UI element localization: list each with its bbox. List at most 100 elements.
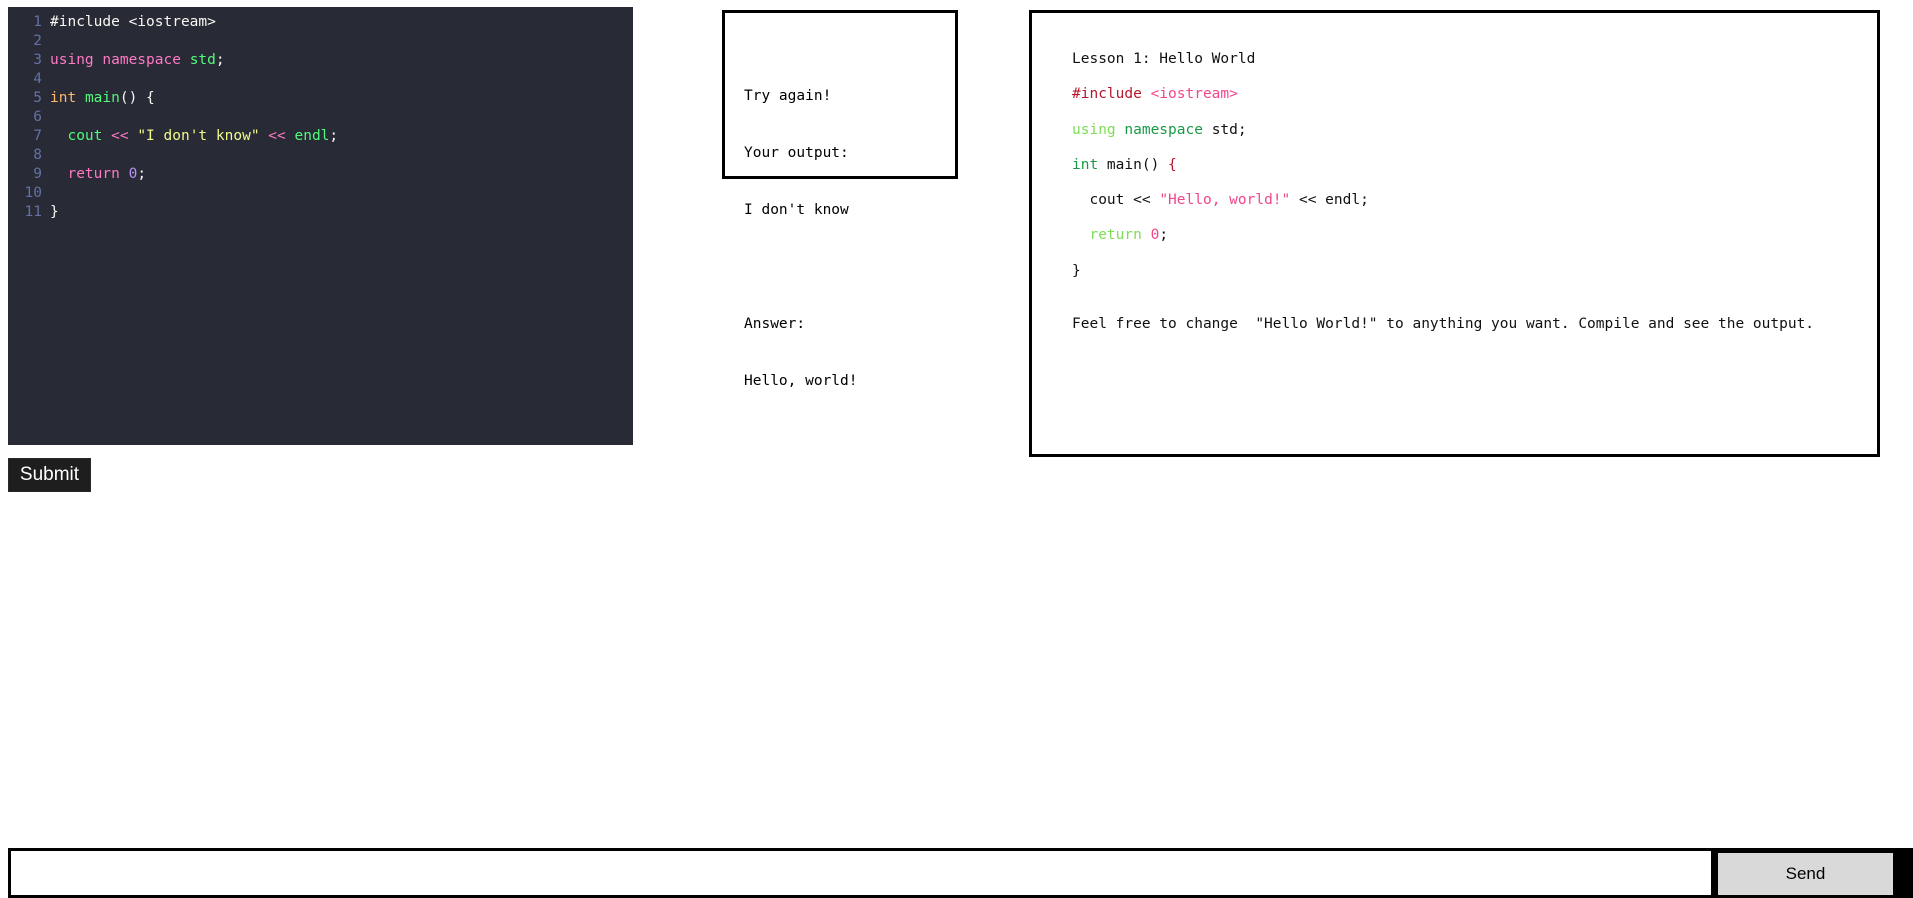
code-token: #include <iostream> — [50, 14, 216, 30]
code-text[interactable]: } — [50, 203, 59, 222]
editor-line[interactable]: 8 — [8, 146, 633, 165]
lesson-code-token: << endl; — [1290, 192, 1369, 209]
code-token: } — [50, 204, 59, 220]
code-token: ; — [215, 52, 225, 68]
answer-label: Answer: — [744, 316, 806, 332]
lesson-code-token: using — [1072, 121, 1116, 138]
lesson-code-token: namespace — [1124, 121, 1203, 138]
editor-line[interactable]: 1 #include <iostream> — [8, 13, 633, 32]
line-number: 4 — [33, 71, 42, 87]
line-number: 5 — [33, 90, 42, 106]
code-editor[interactable]: 1 #include <iostream> 2 3 using namespace st… — [8, 7, 633, 445]
lesson-code-token: "Hello, world!" — [1159, 192, 1291, 209]
gutter-gap — [42, 70, 50, 89]
result-status: Try again! — [744, 88, 832, 104]
lesson-code-line: } — [1072, 263, 1877, 298]
code-text[interactable]: cout << "I don't know" << endl; — [50, 127, 338, 146]
editor-line[interactable]: 6 — [8, 108, 633, 127]
lesson-code-block: #include <iostream> using namespace std; i… — [1072, 86, 1877, 298]
lesson-code-line: int main() { — [1072, 157, 1877, 192]
lesson-code-line: return 0; — [1072, 227, 1877, 262]
send-button[interactable]: Send — [1718, 853, 1893, 895]
code-text[interactable]: #include <iostream> — [50, 13, 216, 32]
editor-line[interactable]: 11} — [8, 203, 633, 222]
code-token: << — [111, 128, 129, 144]
code-token: int — [50, 90, 77, 106]
line-number: 1 — [33, 14, 42, 30]
gutter-gap — [42, 184, 50, 203]
editor-line[interactable]: 7 cout << "I don't know" << endl; — [8, 127, 633, 146]
lesson-note: Feel free to change "Hello World!" to an… — [1072, 316, 1815, 333]
lesson-code-token: { — [1168, 156, 1177, 173]
code-token: << — [268, 128, 286, 144]
code-token: ; — [137, 166, 147, 182]
editor-line[interactable]: 9 return 0; — [8, 165, 633, 184]
lesson-code-token: #include — [1072, 86, 1151, 103]
code-text[interactable]: int main() { — [50, 89, 155, 108]
code-token: std — [189, 52, 216, 68]
editor-line[interactable]: 2 — [8, 32, 633, 51]
code-text[interactable]: using namespace std; — [50, 51, 225, 70]
editor-line[interactable]: 4 — [8, 70, 633, 89]
lesson-code-token: ; — [1159, 227, 1169, 244]
gutter-gap — [42, 51, 50, 70]
line-number: 2 — [33, 33, 42, 49]
line-number: 3 — [33, 52, 42, 68]
lesson-panel: Lesson 1: Hello World #include <iostream… — [1029, 10, 1880, 457]
gutter-gap — [42, 203, 50, 222]
line-number: 8 — [33, 147, 42, 163]
gutter-gap — [42, 32, 50, 51]
line-number: 6 — [33, 109, 42, 125]
gutter-gap — [42, 13, 50, 32]
code-token: return — [67, 166, 120, 182]
lesson-code-token: } — [1072, 262, 1081, 279]
editor-line[interactable]: 3 using namespace std; — [8, 51, 633, 70]
output-panel: Try again! Your output: I don't know Ans… — [722, 10, 958, 389]
gutter-gap — [42, 146, 50, 165]
lesson-title: Lesson 1: Hello World — [1072, 51, 1256, 67]
gutter-gap — [42, 165, 50, 184]
lesson-code-token: main() — [1098, 156, 1169, 173]
lesson-code-token: int — [1072, 156, 1099, 173]
answer-value: Hello, world! — [744, 373, 858, 389]
code-token: "I don't know" — [137, 128, 260, 144]
gutter-gap — [42, 127, 50, 146]
line-number: 7 — [33, 128, 42, 144]
editor-line[interactable]: 10 — [8, 184, 633, 203]
submit-button[interactable]: Submit — [8, 458, 91, 492]
code-token: namespace — [102, 52, 181, 68]
code-token: ; — [329, 128, 339, 144]
lesson-code-token — [1072, 227, 1089, 243]
lesson-code-token: std; — [1202, 121, 1247, 138]
your-output-label: Your output: — [744, 145, 849, 161]
your-output-value: I don't know — [744, 202, 849, 218]
code-token: cout — [67, 128, 103, 144]
code-token: using — [50, 52, 94, 68]
code-token: () { — [119, 90, 155, 106]
editor-line[interactable]: 5 int main() { — [8, 89, 633, 108]
chat-input[interactable] — [11, 851, 1711, 895]
line-number: 9 — [33, 166, 42, 182]
code-token: main — [84, 90, 120, 106]
lesson-code-line: using namespace std; — [1072, 122, 1877, 157]
lesson-code-token: return — [1089, 227, 1142, 244]
code-text[interactable]: return 0; — [50, 165, 146, 184]
lesson-code-line: #include <iostream> — [1072, 86, 1877, 121]
gutter-gap — [42, 108, 50, 127]
output-spacer — [744, 258, 955, 277]
lesson-code-token: <iostream> — [1150, 86, 1238, 103]
lesson-code-token: cout << — [1072, 192, 1160, 209]
lesson-code-token — [1142, 227, 1151, 243]
lesson-code-line: cout << "Hello, world!" << endl; — [1072, 192, 1877, 227]
line-number: 10 — [24, 185, 42, 201]
gutter-gap — [42, 89, 50, 108]
line-number: 11 — [24, 204, 42, 220]
code-token: endl — [294, 128, 330, 144]
